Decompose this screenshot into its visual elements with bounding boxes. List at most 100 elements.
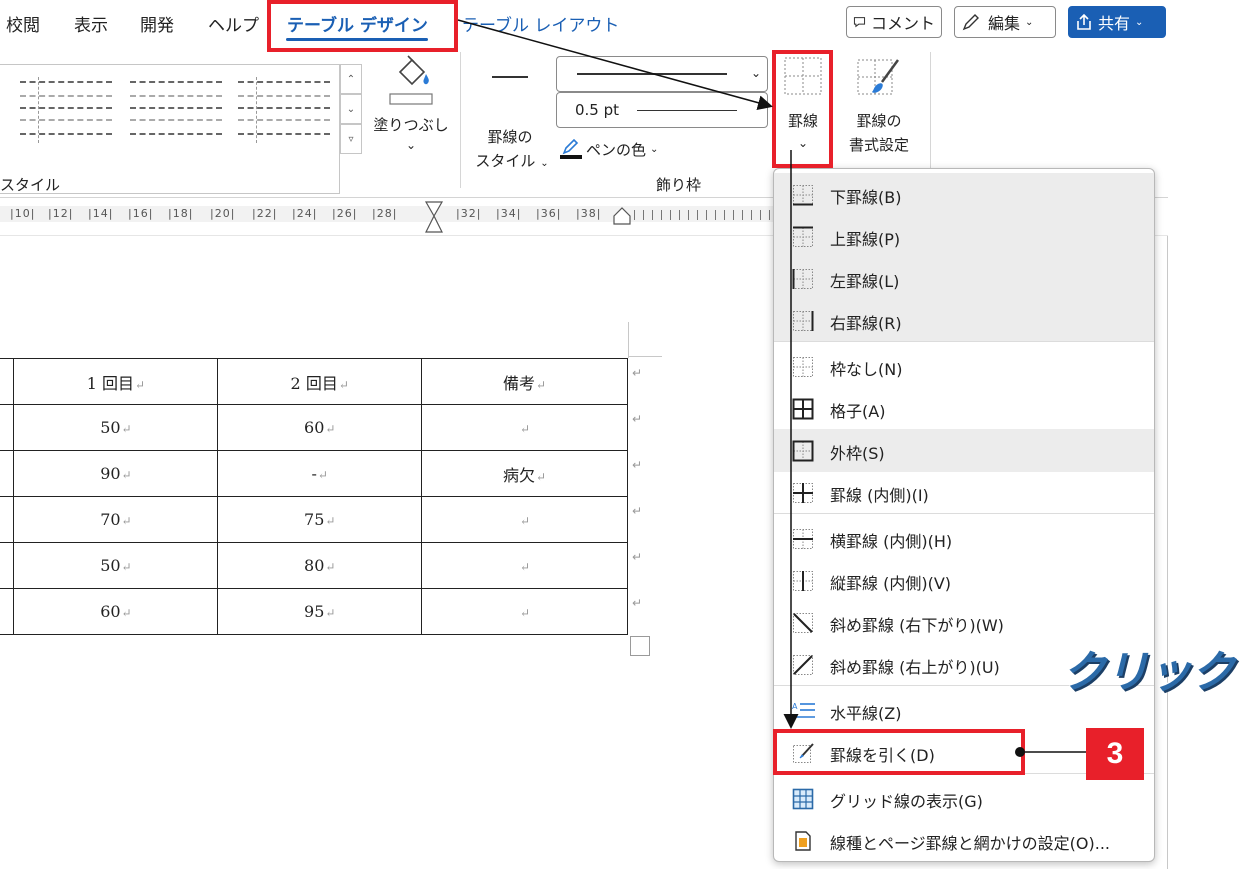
table-style-thumbnail[interactable] — [130, 77, 222, 143]
menu-item-inside-horizontal-border[interactable]: 横罫線 (内側)(H) — [774, 517, 1154, 560]
line-weight-dropdown[interactable]: 0.5 pt — [556, 92, 768, 128]
table-cell[interactable]: 75↵ — [217, 496, 423, 543]
menu-item-right-border[interactable]: 右罫線(R) — [774, 299, 1154, 342]
row-end-mark-icon: ↵ — [632, 458, 643, 472]
menu-item-view-gridlines[interactable]: グリッド線の表示(G) — [774, 777, 1154, 820]
table-cell-edge[interactable] — [0, 496, 15, 543]
table-cell[interactable]: 2 回目↵ — [217, 358, 423, 405]
table-cell[interactable]: ↵ — [421, 588, 628, 635]
menu-item-label: 斜め罫線 (右上がり)(U) — [830, 658, 1000, 677]
paragraph-mark-icon: ↵ — [520, 422, 531, 436]
line-sample-icon — [492, 76, 528, 78]
table-cell[interactable]: 70↵ — [13, 496, 219, 543]
table-cell[interactable]: ↵ — [421, 542, 628, 589]
table-cell[interactable]: ↵ — [421, 496, 628, 543]
table-cell[interactable]: 1 回目↵ — [13, 358, 219, 405]
pen-color-button[interactable]: ペンの色 ⌄ — [560, 134, 658, 164]
tab-review[interactable]: 校閲 — [6, 11, 40, 36]
menu-item-label: 斜め罫線 (右下がり)(W) — [830, 616, 1004, 635]
tab-developer[interactable]: 開発 — [140, 11, 174, 36]
menu-item-all-borders[interactable]: 格子(A) — [774, 387, 1154, 430]
table-style-thumbnail[interactable] — [238, 77, 330, 143]
table-cell[interactable]: 60↵ — [217, 404, 423, 451]
table-cell[interactable]: 80↵ — [217, 542, 423, 589]
menu-item-left-border[interactable]: 左罫線(L) — [774, 257, 1154, 300]
paragraph-mark-icon: ↵ — [536, 377, 547, 392]
comment-label: コメント — [870, 14, 935, 33]
table-row: 90↵ -↵ 病欠↵ — [0, 450, 628, 497]
table-cell[interactable]: -↵ — [217, 450, 423, 497]
table-cell[interactable]: 備考↵ — [421, 358, 628, 405]
menu-item-top-border[interactable]: 上罫線(P) — [774, 215, 1154, 258]
menu-item-bottom-border[interactable]: 下罫線(B) — [774, 173, 1154, 216]
paragraph-mark-icon: ↵ — [135, 377, 146, 392]
shading-button[interactable]: 塗りつぶし ⌄ — [366, 52, 456, 172]
table-cell[interactable]: 90↵ — [13, 450, 219, 497]
inside-vertical-border-icon — [792, 570, 814, 592]
chevron-down-icon: ⌄ — [750, 66, 761, 80]
paragraph-mark-icon: ↵ — [121, 514, 132, 528]
menu-item-label: 上罫線(P) — [830, 230, 901, 249]
tab-view[interactable]: 表示 — [74, 11, 108, 36]
share-label: 共有 — [1098, 14, 1131, 33]
table-cell-edge[interactable] — [0, 358, 15, 405]
paragraph-mark-icon: ↵ — [121, 422, 132, 436]
menu-item-no-border[interactable]: 枠なし(N) — [774, 345, 1154, 388]
right-indent-marker-icon[interactable] — [612, 204, 632, 226]
styles-group-label: スタイル — [0, 176, 61, 194]
tab-help[interactable]: ヘルプ — [208, 11, 259, 36]
menu-item-label: 水平線(Z) — [830, 704, 902, 723]
edit-label: 編集 — [988, 14, 1021, 33]
menu-item-label: グリッド線の表示(G) — [830, 792, 983, 811]
inside-horizontal-border-icon — [792, 528, 814, 550]
chevron-down-icon: ⌄ — [405, 138, 417, 152]
menu-item-inside-vertical-border[interactable]: 縦罫線 (内側)(V) — [774, 559, 1154, 602]
gallery-scroll-up-button[interactable]: ⌃ — [340, 64, 362, 94]
row-end-mark-icon: ↵ — [632, 550, 643, 564]
edit-mode-button[interactable]: 編集 ⌄ — [954, 6, 1056, 38]
menu-item-label: 外枠(S) — [830, 444, 885, 463]
table-cell[interactable]: 60↵ — [13, 588, 219, 635]
comment-button[interactable]: コメント — [846, 6, 942, 38]
table-cell[interactable]: ↵ — [421, 404, 628, 451]
gallery-scroll-down-button[interactable]: ⌄ — [340, 94, 362, 124]
menu-item-label: 縦罫線 (内側)(V) — [830, 574, 952, 593]
table-cell[interactable]: 95↵ — [217, 588, 423, 635]
line-weight-preview — [637, 110, 737, 111]
table-cell[interactable]: 病欠↵ — [421, 450, 628, 497]
table-cell[interactable]: 50↵ — [13, 542, 219, 589]
highlight-box-draw-table — [773, 729, 1025, 775]
column-marker-icon[interactable] — [424, 200, 444, 234]
row-end-mark-icon: ↵ — [632, 412, 643, 426]
cell-text: 80 — [304, 556, 325, 575]
ruler-number: |10| — [10, 207, 36, 220]
table-cell-edge[interactable] — [0, 588, 15, 635]
border-styles-button[interactable]: 罫線の スタイル ⌄ — [470, 64, 550, 174]
paragraph-mark-icon: ↵ — [317, 468, 328, 482]
menu-item-inside-borders[interactable]: 罫線 (内側)(I) — [774, 471, 1154, 514]
ruler-number: |26| — [332, 207, 358, 220]
pencil-icon — [962, 14, 979, 31]
document-table[interactable]: 1 回目↵ 2 回目↵ 備考↵ 50↵ 60↵ ↵ 90↵ -↵ 病欠↵ 70↵ 75↵ ↵ 50↵ 80… — [0, 358, 628, 635]
line-style-dropdown[interactable]: ⌄ — [556, 56, 768, 92]
table-cell[interactable]: 50↵ — [13, 404, 219, 451]
click-instruction-label: クリック — [1062, 648, 1235, 697]
table-cell-edge[interactable] — [0, 450, 15, 497]
ruler-number: |16| — [128, 207, 154, 220]
menu-item-label: 左罫線(L) — [830, 272, 900, 291]
paragraph-mark-icon: ↵ — [520, 606, 531, 620]
ruler-number: |12| — [48, 207, 74, 220]
menu-item-outside-borders[interactable]: 外枠(S) — [774, 429, 1154, 472]
table-style-thumbnail[interactable] — [20, 77, 112, 143]
tab-table-layout[interactable]: テーブル レイアウト — [462, 11, 619, 36]
table-cell-edge[interactable] — [0, 404, 15, 451]
comment-icon — [853, 17, 866, 28]
table-resize-handle[interactable] — [630, 636, 650, 656]
share-button[interactable]: 共有 ⌄ — [1068, 6, 1166, 38]
menu-item-label: 線種とページ罫線と網かけの設定(O)... — [830, 834, 1111, 853]
table-cell-edge[interactable] — [0, 542, 15, 589]
border-painter-button[interactable]: 罫線の 書式設定 — [842, 56, 916, 166]
gallery-more-button[interactable]: ▿ — [340, 124, 362, 154]
menu-item-borders-and-shading[interactable]: 線種とページ罫線と網かけの設定(O)... — [774, 819, 1154, 862]
table-row: 70↵ 75↵ ↵ — [0, 496, 628, 543]
